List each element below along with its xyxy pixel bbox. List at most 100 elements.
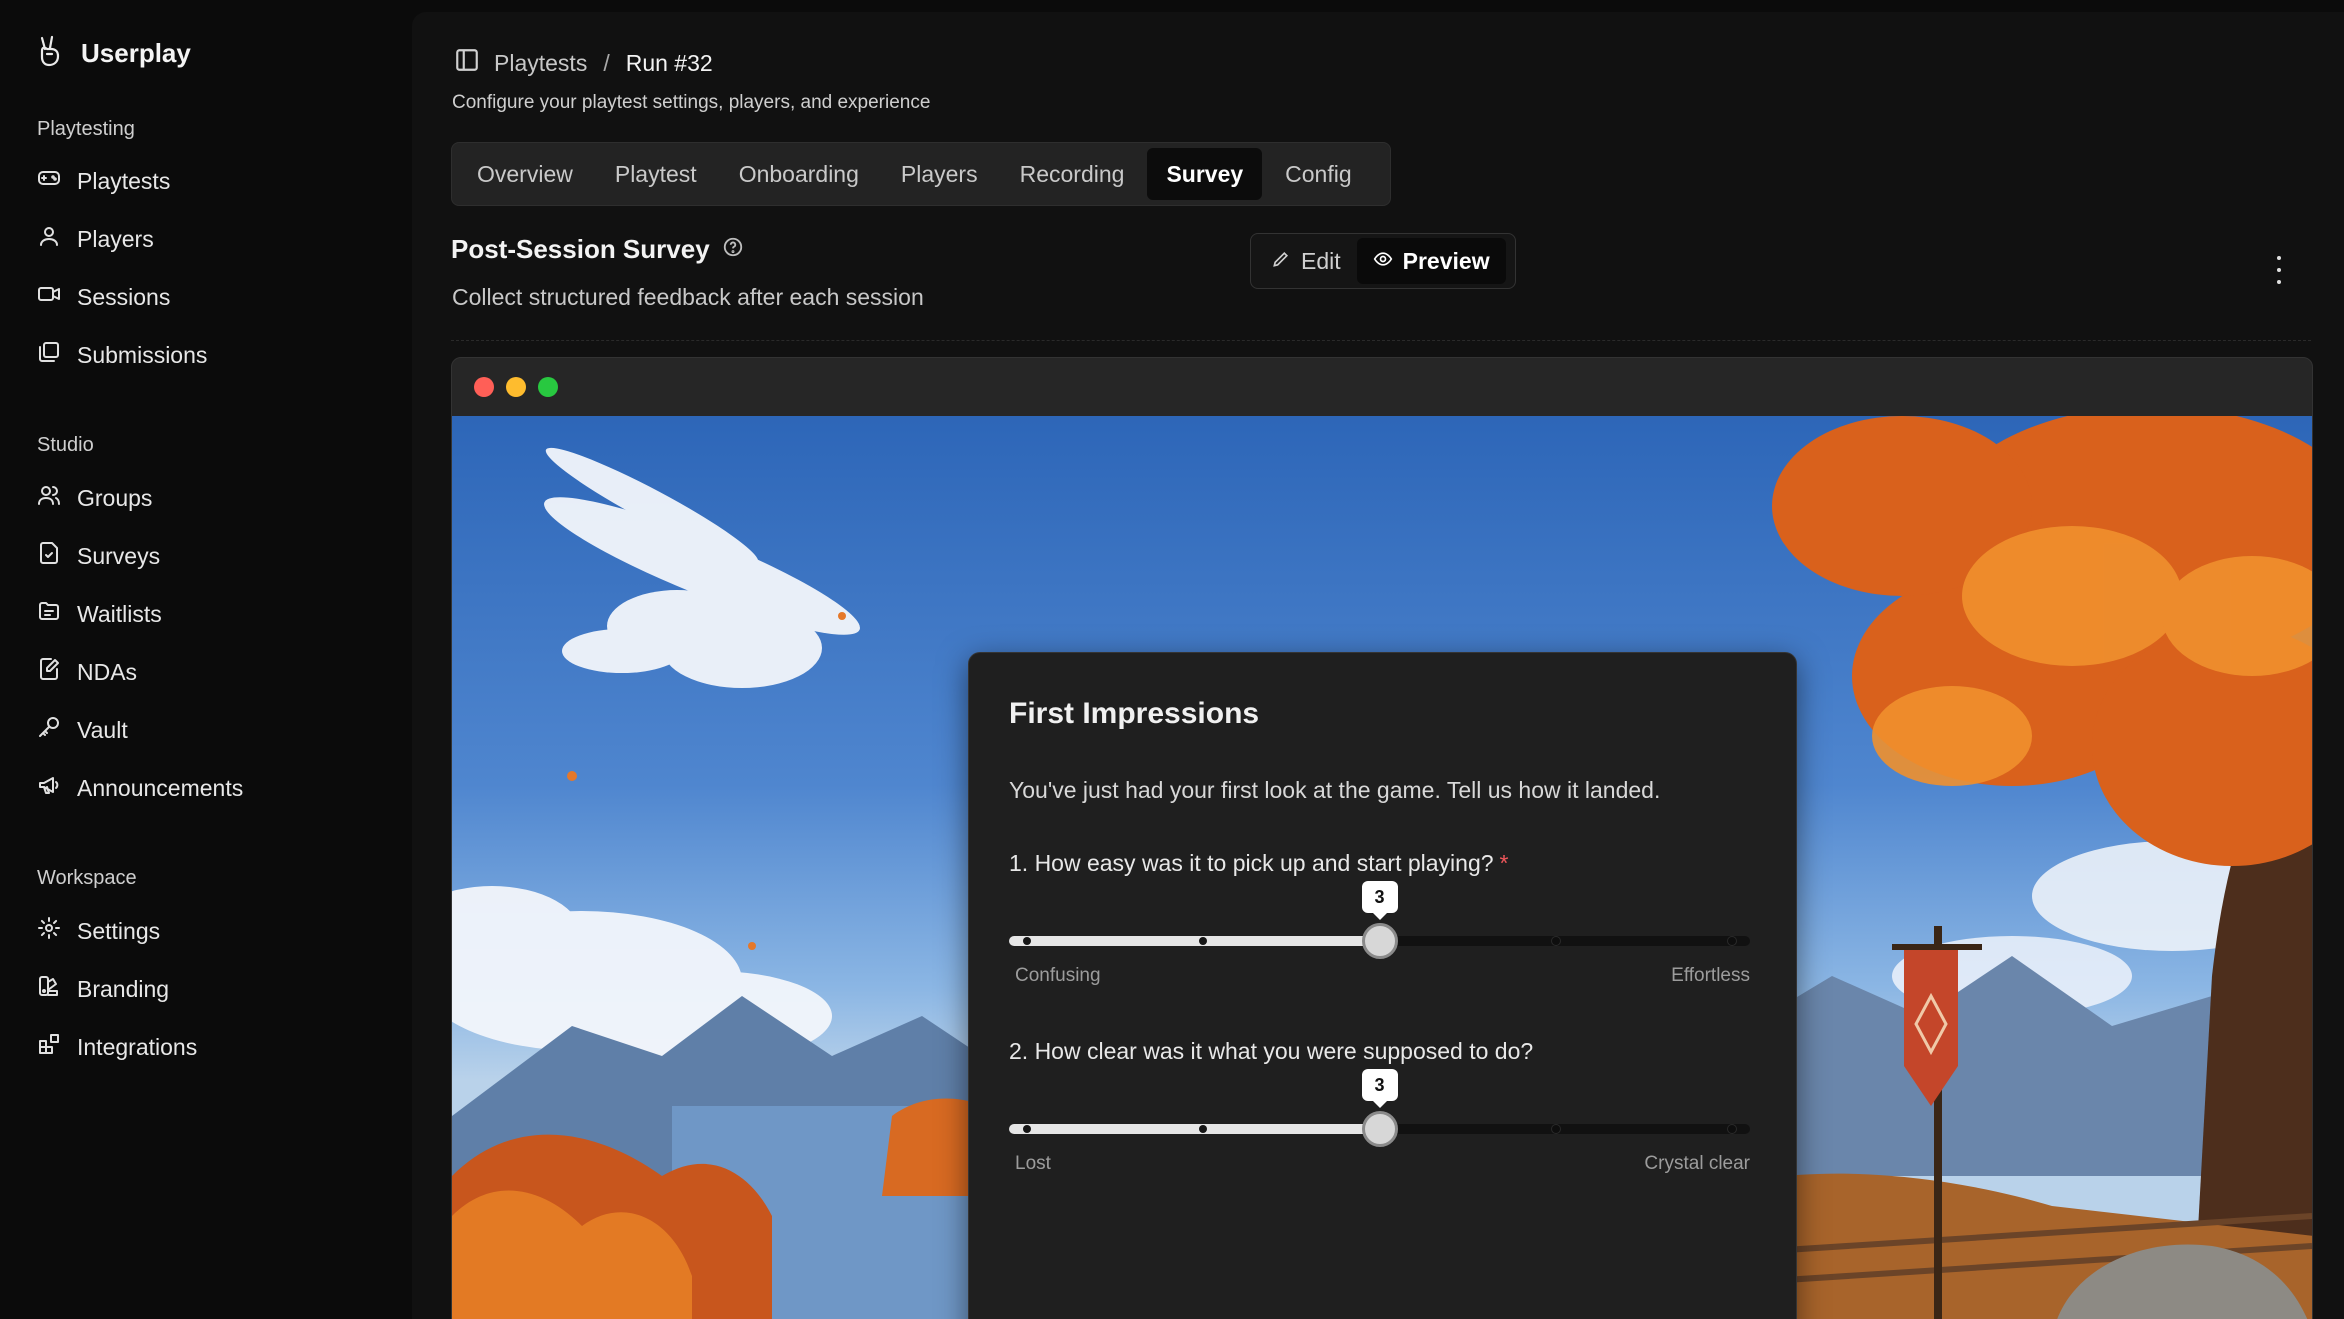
- sidebar-item-label: Announcements: [77, 774, 244, 801]
- window-titlebar: [452, 358, 2312, 416]
- slider-thumb[interactable]: [1361, 923, 1398, 959]
- sidebar-item-announcements[interactable]: Announcements: [37, 768, 243, 808]
- sidebar-toggle-icon[interactable]: [454, 47, 480, 79]
- slider-step-dot[interactable]: [1551, 1125, 1560, 1133]
- tab-recording[interactable]: Recording: [1001, 148, 1144, 200]
- question-2-label: 2. How clear was it what you were suppos…: [1009, 1038, 1533, 1065]
- folder-list-icon: [37, 599, 61, 629]
- stack-icon: [37, 340, 61, 370]
- tab-survey[interactable]: Survey: [1147, 148, 1263, 200]
- section-playtesting: Playtesting: [37, 118, 135, 140]
- sidebar-item-label: Settings: [77, 917, 161, 944]
- tab-players[interactable]: Players: [882, 148, 997, 200]
- required-marker: *: [1499, 850, 1509, 876]
- tab-config[interactable]: Config: [1266, 148, 1370, 200]
- slider-step-dot[interactable]: [1728, 937, 1736, 945]
- megaphone-icon: [37, 773, 61, 803]
- window-maximize-dot: [538, 377, 558, 397]
- sidebar-item-waitlists[interactable]: Waitlists: [37, 594, 162, 634]
- help-icon[interactable]: [722, 234, 744, 265]
- slider-fill: [1009, 936, 1380, 946]
- sidebar-item-label: Surveys: [77, 542, 161, 569]
- window-close-dot: [474, 377, 494, 397]
- edit-label: Edit: [1301, 247, 1341, 274]
- pencil-icon: [1271, 248, 1291, 275]
- card-intro: You've just had your first look at the g…: [1009, 777, 1661, 803]
- slider-step-dot[interactable]: [1023, 937, 1031, 945]
- slider-step-dot[interactable]: [1023, 1125, 1031, 1133]
- survey-heading: Post-Session Survey: [451, 234, 744, 265]
- question-1-text: 1. How easy was it to pick up and start …: [1009, 850, 1494, 876]
- breadcrumb-playtests[interactable]: Playtests: [494, 50, 587, 77]
- preview-label: Preview: [1402, 247, 1490, 274]
- preview-window: First Impressions You've just had your f…: [451, 357, 2313, 1319]
- video-icon: [37, 282, 61, 312]
- slider-thumb[interactable]: [1361, 1111, 1398, 1147]
- eye-icon: [1373, 248, 1393, 275]
- key-icon: [37, 715, 61, 745]
- section-workspace: Workspace: [37, 867, 137, 889]
- slider-min-label: Confusing: [1015, 965, 1101, 986]
- sidebar-item-groups[interactable]: Groups: [37, 478, 152, 518]
- sidebar-item-label: Integrations: [77, 1033, 198, 1060]
- survey-title: Post-Session Survey: [451, 234, 710, 264]
- sidebar-item-label: Groups: [77, 484, 153, 511]
- sidebar-item-label: Sessions: [77, 283, 171, 310]
- sidebar-item-settings[interactable]: Settings: [37, 911, 160, 951]
- sidebar-item-label: NDAs: [77, 658, 138, 685]
- sidebar-item-players[interactable]: Players: [37, 219, 154, 259]
- edit-preview-toggle: Edit Preview: [1250, 233, 1516, 289]
- slider-min-label: Lost: [1015, 1153, 1051, 1174]
- page-subtitle: Configure your playtest settings, player…: [452, 92, 931, 113]
- sidebar-item-label: Submissions: [77, 341, 208, 368]
- users-icon: [37, 483, 61, 513]
- sidebar-item-vault[interactable]: Vault: [37, 710, 128, 750]
- game-background-image: First Impressions You've just had your f…: [452, 416, 2312, 1319]
- question-2-text: 2. How clear was it what you were suppos…: [1009, 1038, 1534, 1064]
- sidebar-item-integrations[interactable]: Integrations: [37, 1027, 197, 1067]
- more-options-icon[interactable]: [2274, 256, 2284, 284]
- survey-card: First Impressions You've just had your f…: [968, 652, 1797, 1319]
- main-panel: Playtests / Run #32 Configure your playt…: [412, 12, 2344, 1319]
- question-1-slider[interactable]: 3 Confusing Effortless: [1009, 881, 1750, 986]
- slider-step-dot[interactable]: [1551, 937, 1560, 945]
- sidebar-item-surveys[interactable]: Surveys: [37, 536, 160, 576]
- slider-fill: [1009, 1124, 1380, 1134]
- sidebar-item-submissions[interactable]: Submissions: [37, 335, 207, 375]
- tab-bar: Overview Playtest Onboarding Players Rec…: [451, 142, 1391, 206]
- sidebar: Userplay Playtesting Playtests Players S…: [0, 0, 412, 1319]
- user-icon: [37, 224, 61, 254]
- gamepad-icon: [37, 166, 61, 196]
- document-edit-icon: [37, 657, 61, 687]
- slider-value-bubble: 3: [1361, 1069, 1398, 1108]
- sidebar-item-playtests[interactable]: Playtests: [37, 161, 170, 201]
- sidebar-item-ndas[interactable]: NDAs: [37, 652, 137, 692]
- section-studio: Studio: [37, 434, 94, 456]
- edit-button[interactable]: Edit: [1255, 238, 1357, 284]
- palette-icon: [37, 974, 61, 1004]
- window-minimize-dot: [506, 377, 526, 397]
- survey-description: Collect structured feedback after each s…: [452, 284, 924, 310]
- brand-name: Userplay: [81, 37, 191, 68]
- breadcrumb-current: Run #32: [625, 49, 713, 76]
- peace-hand-icon: [37, 35, 63, 72]
- gear-icon: [37, 916, 61, 946]
- sidebar-item-sessions[interactable]: Sessions: [37, 277, 170, 317]
- breadcrumb-separator: /: [603, 49, 610, 76]
- card-title: First Impressions: [1009, 697, 1260, 730]
- tab-playtest[interactable]: Playtest: [596, 148, 716, 200]
- preview-button[interactable]: Preview: [1356, 238, 1506, 284]
- slider-step-dot[interactable]: [1728, 1125, 1736, 1133]
- sidebar-item-branding[interactable]: Branding: [37, 969, 169, 1009]
- brand[interactable]: Userplay: [37, 33, 191, 73]
- tab-onboarding[interactable]: Onboarding: [720, 148, 878, 200]
- sidebar-item-label: Playtests: [77, 167, 171, 194]
- slider-max-label: Effortless: [1671, 965, 1750, 986]
- sidebar-item-label: Waitlists: [77, 600, 162, 627]
- breadcrumb: Playtests / Run #32: [454, 46, 713, 80]
- tab-overview[interactable]: Overview: [458, 148, 592, 200]
- question-2-slider[interactable]: 3 Lost Crystal clear: [1009, 1069, 1750, 1174]
- divider: [451, 340, 2311, 341]
- app-root: Userplay Playtesting Playtests Players S…: [0, 0, 2344, 1319]
- sidebar-item-label: Players: [77, 225, 154, 252]
